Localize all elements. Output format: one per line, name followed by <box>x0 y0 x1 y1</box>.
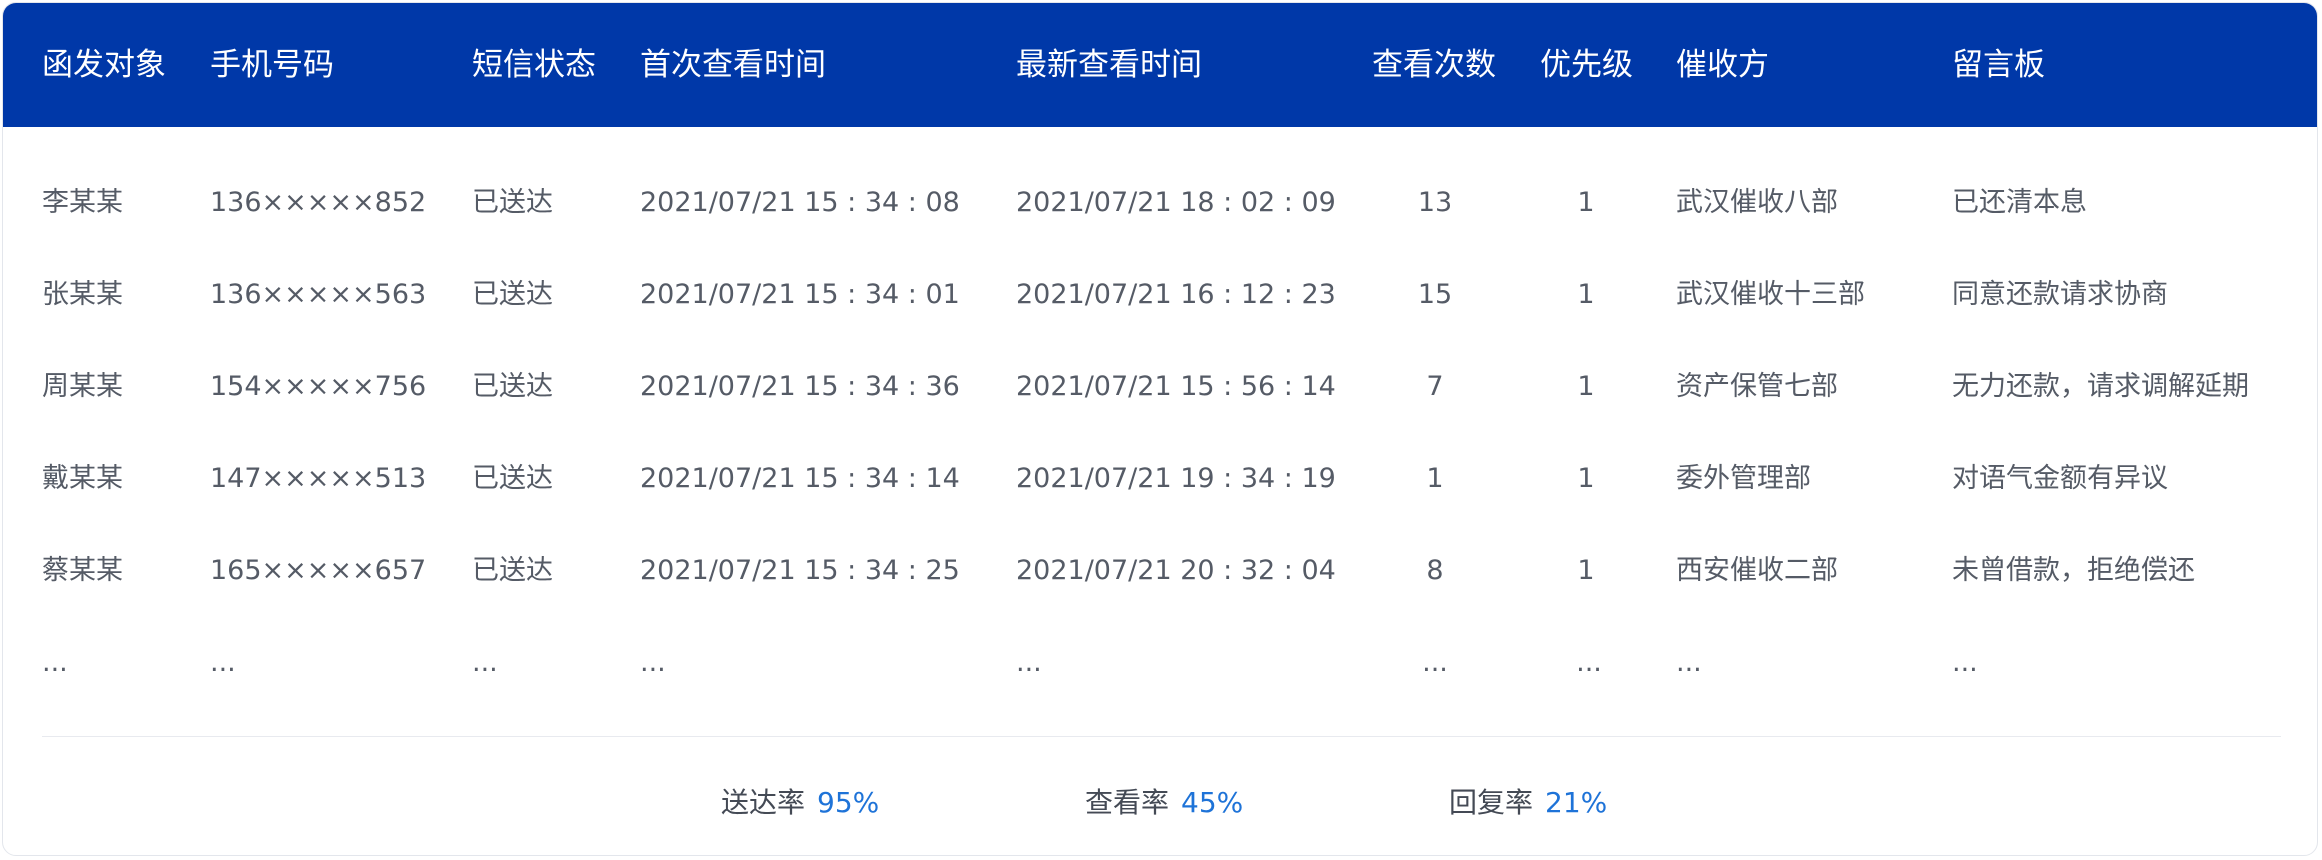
cell-view-count: 13 <box>1417 187 1453 218</box>
stat-delivery-rate: 送达率 95% <box>721 773 879 833</box>
cell-first-view-time: 2021/07/21 15 : 34 : 14 <box>640 463 960 494</box>
stat-label: 查看率 <box>1085 786 1170 819</box>
cell-message: 无力还款，请求调解延期 <box>1952 371 2249 402</box>
header-view-count[interactable]: 查看次数 <box>1372 3 1496 127</box>
cell-collector: 西安催收二部 <box>1676 555 1838 586</box>
cell-phone: 136×××××563 <box>210 279 427 310</box>
header-phone[interactable]: 手机号码 <box>210 3 334 127</box>
cell-sms-status: 已送达 <box>472 463 553 494</box>
cell-sms-status: 已送达 <box>472 371 553 402</box>
header-latest-view-time[interactable]: 最新查看时间 <box>1016 3 1202 127</box>
cell-first-view-time: 2021/07/21 15 : 34 : 36 <box>640 371 960 402</box>
header-collector[interactable]: 催收方 <box>1676 3 1769 127</box>
cell-message: 未曾借款，拒绝偿还 <box>1952 555 2195 586</box>
cell-ellipsis: ... <box>42 647 68 678</box>
header-priority[interactable]: 优先级 <box>1540 3 1633 127</box>
cell-message: 同意还款请求协商 <box>1952 279 2168 310</box>
cell-priority: 1 <box>1577 555 1595 586</box>
cell-view-count: 8 <box>1426 555 1444 586</box>
cell-ellipsis: ... <box>1676 647 1702 678</box>
cell-first-view-time: 2021/07/21 15 : 34 : 25 <box>640 555 960 586</box>
cell-sms-status: 已送达 <box>472 187 553 218</box>
cell-sms-status: 已送达 <box>472 555 553 586</box>
cell-collector: 资产保管七部 <box>1676 371 1838 402</box>
cell-first-view-time: 2021/07/21 15 : 34 : 01 <box>640 279 960 310</box>
cell-collector: 武汉催收八部 <box>1676 187 1838 218</box>
cell-view-count: 1 <box>1426 463 1444 494</box>
cell-phone: 147×××××513 <box>210 463 427 494</box>
cell-first-view-time: 2021/07/21 15 : 34 : 08 <box>640 187 960 218</box>
cell-priority: 1 <box>1577 279 1595 310</box>
cell-phone: 154×××××756 <box>210 371 427 402</box>
stat-view-rate: 查看率 45% <box>1085 773 1243 833</box>
cell-latest-view-time: 2021/07/21 16 : 12 : 23 <box>1016 279 1336 310</box>
cell-view-count: 7 <box>1426 371 1444 402</box>
cell-message: 已还清本息 <box>1952 187 2087 218</box>
footer-divider <box>42 736 2281 737</box>
cell-message: 对语气金额有异议 <box>1952 463 2168 494</box>
table-row[interactable]: 周某某 154×××××756 已送达 2021/07/21 15 : 34 :… <box>3 357 2317 417</box>
cell-sms-status: 已送达 <box>472 279 553 310</box>
cell-ellipsis: ... <box>1422 647 1448 678</box>
stat-label: 回复率 <box>1449 786 1534 819</box>
cell-ellipsis: ... <box>472 647 498 678</box>
stat-value: 45% <box>1181 786 1244 819</box>
header-first-view-time[interactable]: 首次查看时间 <box>640 3 826 127</box>
cell-ellipsis: ... <box>640 647 666 678</box>
header-recipient[interactable]: 函发对象 <box>42 3 166 127</box>
cell-recipient: 戴某某 <box>42 463 123 494</box>
cell-priority: 1 <box>1577 371 1595 402</box>
stat-value: 21% <box>1545 786 1608 819</box>
table-row[interactable]: 蔡某某 165×××××657 已送达 2021/07/21 15 : 34 :… <box>3 541 2317 601</box>
message-tracking-table: 函发对象 手机号码 短信状态 首次查看时间 最新查看时间 查看次数 优先级 催收… <box>2 2 2318 856</box>
cell-latest-view-time: 2021/07/21 19 : 34 : 19 <box>1016 463 1336 494</box>
cell-collector: 委外管理部 <box>1676 463 1811 494</box>
cell-latest-view-time: 2021/07/21 15 : 56 : 14 <box>1016 371 1336 402</box>
table-row-ellipsis: ... ... ... ... ... ... ... ... ... <box>3 633 2317 693</box>
cell-collector: 武汉催收十三部 <box>1676 279 1865 310</box>
cell-phone: 136×××××852 <box>210 187 427 218</box>
table-row[interactable]: 戴某某 147×××××513 已送达 2021/07/21 15 : 34 :… <box>3 449 2317 509</box>
cell-ellipsis: ... <box>1576 647 1602 678</box>
table-row[interactable]: 李某某 136×××××852 已送达 2021/07/21 15 : 34 :… <box>3 173 2317 233</box>
cell-priority: 1 <box>1577 463 1595 494</box>
cell-ellipsis: ... <box>210 647 236 678</box>
cell-ellipsis: ... <box>1016 647 1042 678</box>
table-row[interactable]: 张某某 136×××××563 已送达 2021/07/21 15 : 34 :… <box>3 265 2317 325</box>
table-header: 函发对象 手机号码 短信状态 首次查看时间 最新查看时间 查看次数 优先级 催收… <box>3 3 2317 127</box>
stat-value: 95% <box>817 786 880 819</box>
cell-latest-view-time: 2021/07/21 20 : 32 : 04 <box>1016 555 1336 586</box>
cell-ellipsis: ... <box>1952 647 1978 678</box>
cell-phone: 165×××××657 <box>210 555 427 586</box>
cell-recipient: 蔡某某 <box>42 555 123 586</box>
cell-recipient: 周某某 <box>42 371 123 402</box>
cell-recipient: 张某某 <box>42 279 123 310</box>
cell-recipient: 李某某 <box>42 187 123 218</box>
cell-priority: 1 <box>1577 187 1595 218</box>
stat-label: 送达率 <box>721 786 806 819</box>
cell-latest-view-time: 2021/07/21 18 : 02 : 09 <box>1016 187 1336 218</box>
stat-reply-rate: 回复率 21% <box>1449 773 1607 833</box>
cell-view-count: 15 <box>1417 279 1453 310</box>
header-sms-status[interactable]: 短信状态 <box>472 3 596 127</box>
header-message-board[interactable]: 留言板 <box>1952 3 2045 127</box>
